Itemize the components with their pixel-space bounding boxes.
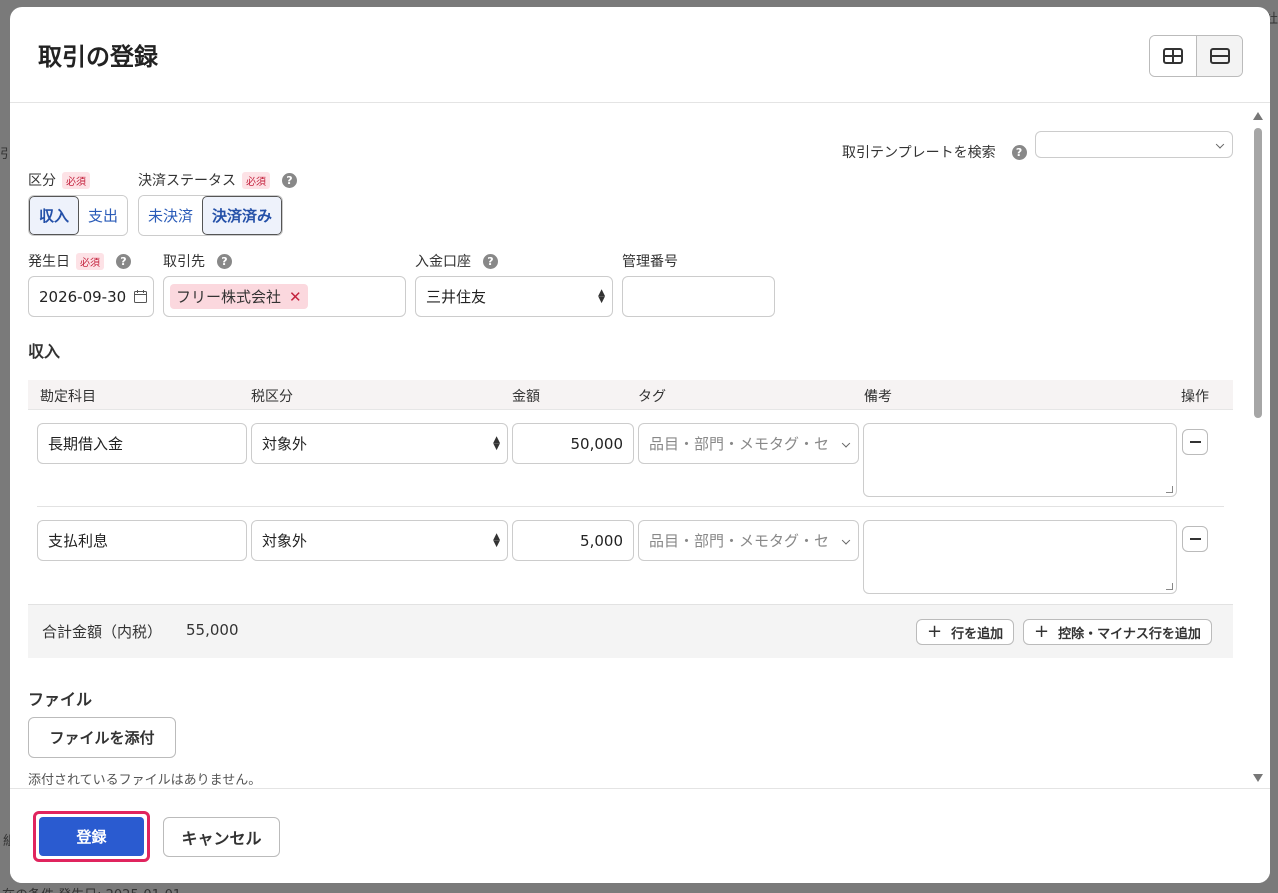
- tag-select[interactable]: 品目・部門・メモタグ・セ: [638, 423, 859, 464]
- modal-footer: 登録 キャンセル: [10, 788, 1270, 883]
- split-view-button[interactable]: [1150, 36, 1196, 76]
- total-bar: 合計金額（内税） 55,000 + 行を追加 + 控除・マイナス行を追加: [28, 604, 1233, 658]
- account-item-input[interactable]: 支払利息: [37, 520, 247, 561]
- help-icon[interactable]: ?: [217, 253, 232, 269]
- view-toggle: [1149, 35, 1243, 77]
- minus-icon: [1189, 441, 1201, 443]
- template-search-label: 取引テンプレートを検索 ?: [842, 142, 1027, 162]
- column-header: 勘定科目: [40, 389, 96, 405]
- stacked-view-icon: [1209, 48, 1230, 64]
- transaction-modal: 取引の登録 取引テンプレートを検索 ? 区分 必須 収入 支出 決済ステータス …: [10, 7, 1270, 883]
- chevron-down-icon: [841, 535, 851, 545]
- total-label: 合計金額（内税）: [42, 623, 163, 641]
- required-badge: 必須: [76, 252, 104, 270]
- modal-body: 取引テンプレートを検索 ? 区分 必須 収入 支出 決済ステータス 必須 ? 未…: [10, 104, 1270, 788]
- tax-category-select[interactable]: 対象外 ▲ ▼: [251, 520, 508, 561]
- minus-icon: [1189, 538, 1201, 540]
- control-no-label: 管理番号: [622, 254, 678, 270]
- date-label: 発生日 必須 ?: [28, 251, 131, 271]
- tax-category-select[interactable]: 対象外 ▲ ▼: [251, 423, 508, 464]
- submit-button[interactable]: 登録: [39, 817, 144, 856]
- no-file-note: 添付されているファイルはありません。: [28, 773, 262, 788]
- help-icon[interactable]: ?: [282, 172, 297, 188]
- kubun-toggle: 収入 支出: [28, 195, 129, 236]
- modal-header: 取引の登録: [10, 7, 1270, 103]
- scroll-up-icon[interactable]: [1253, 112, 1263, 120]
- control-no-input[interactable]: [622, 276, 775, 317]
- select-arrows-icon: ▲ ▼: [493, 434, 500, 452]
- add-deduction-row-button[interactable]: + 控除・マイナス行を追加: [1023, 619, 1212, 645]
- plus-icon: +: [1034, 621, 1050, 642]
- remove-row-button[interactable]: [1182, 429, 1208, 455]
- total-value: 55,000: [186, 621, 239, 639]
- row-divider: [37, 506, 1224, 507]
- column-header: タグ: [638, 389, 666, 405]
- cancel-button[interactable]: キャンセル: [163, 817, 280, 857]
- calendar-icon[interactable]: [134, 290, 147, 303]
- column-header: 税区分: [251, 389, 293, 405]
- file-section-title: ファイル: [28, 690, 93, 709]
- memo-textarea[interactable]: [863, 520, 1177, 594]
- stacked-view-button[interactable]: [1196, 36, 1242, 76]
- split-view-icon: [1163, 48, 1183, 64]
- date-input[interactable]: 2026-09-30: [28, 276, 154, 317]
- account-label: 入金口座 ?: [415, 251, 498, 271]
- partner-input[interactable]: フリー株式会社 ✕: [163, 276, 406, 317]
- kubun-income-button[interactable]: 収入: [29, 196, 80, 235]
- resize-handle-icon[interactable]: [1166, 486, 1173, 493]
- modal-title: 取引の登録: [38, 43, 158, 71]
- kubun-label: 区分 必須: [28, 170, 90, 190]
- amount-input[interactable]: 5,000: [512, 520, 634, 561]
- settlement-unsettled-button[interactable]: 未決済: [139, 196, 203, 235]
- memo-textarea[interactable]: [863, 423, 1177, 497]
- attach-file-button[interactable]: ファイルを添付: [28, 717, 176, 758]
- remove-row-button[interactable]: [1182, 526, 1208, 552]
- column-header: 金額: [512, 389, 540, 405]
- income-section-title: 収入: [28, 342, 61, 361]
- select-arrows-icon: ▲ ▼: [598, 287, 605, 305]
- partner-label: 取引先 ?: [163, 251, 232, 271]
- close-icon[interactable]: ✕: [289, 288, 302, 306]
- required-badge: 必須: [62, 171, 90, 189]
- add-row-button[interactable]: + 行を追加: [916, 619, 1015, 645]
- chevron-down-icon: [1215, 139, 1225, 149]
- resize-handle-icon[interactable]: [1166, 583, 1173, 590]
- kubun-expense-button[interactable]: 支出: [79, 196, 128, 235]
- select-arrows-icon: ▲ ▼: [493, 531, 500, 549]
- tag-select[interactable]: 品目・部門・メモタグ・セ: [638, 520, 859, 561]
- scroll-thumb[interactable]: [1254, 128, 1262, 418]
- partner-chip: フリー株式会社 ✕: [170, 284, 308, 309]
- background-filter-text: 在の条件 発生日: 2025-01-01 ~: [2, 884, 196, 893]
- column-header: 備考: [864, 389, 892, 405]
- amount-input[interactable]: 50,000: [512, 423, 634, 464]
- template-search-select[interactable]: [1035, 131, 1233, 158]
- plus-icon: +: [927, 621, 943, 642]
- account-select[interactable]: 三井住友 ▲ ▼: [415, 276, 613, 317]
- account-item-input[interactable]: 長期借入金: [37, 423, 247, 464]
- help-icon[interactable]: ?: [1011, 144, 1027, 160]
- settlement-label: 決済ステータス 必須 ?: [138, 170, 297, 190]
- column-header: 操作: [1181, 389, 1209, 405]
- income-table-header: 勘定科目 税区分 金額 タグ 備考 操作: [28, 380, 1233, 410]
- required-badge: 必須: [242, 171, 270, 189]
- settlement-toggle: 未決済 決済済み: [138, 195, 284, 236]
- settlement-settled-button[interactable]: 決済済み: [202, 196, 283, 235]
- help-icon[interactable]: ?: [483, 253, 498, 269]
- help-icon[interactable]: ?: [116, 253, 131, 269]
- chevron-down-icon: [841, 438, 851, 448]
- scrollbar[interactable]: [1252, 108, 1264, 784]
- scroll-down-icon[interactable]: [1253, 774, 1263, 782]
